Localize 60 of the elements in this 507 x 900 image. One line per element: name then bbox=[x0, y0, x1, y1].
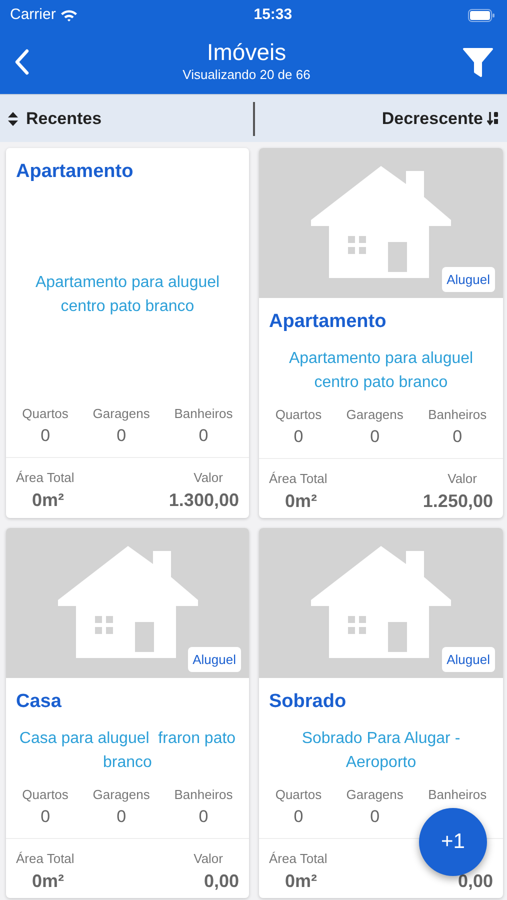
price-label: Valor bbox=[192, 468, 224, 486]
stat-label: Banheiros bbox=[174, 786, 233, 804]
sort-order-button[interactable]: Decrescente bbox=[382, 106, 483, 132]
area-label: Área Total bbox=[269, 850, 328, 868]
area-label: Área Total bbox=[269, 470, 328, 488]
stat-value: 0 bbox=[40, 425, 52, 447]
price-value: 0,00 bbox=[202, 870, 239, 893]
stat-value: 0 bbox=[198, 425, 210, 447]
back-icon[interactable] bbox=[14, 49, 30, 75]
area-value: 0m² bbox=[284, 490, 318, 513]
area-label: Área Total bbox=[16, 468, 74, 486]
sort-order-icon bbox=[487, 111, 499, 126]
stat-label: Garagens bbox=[346, 786, 404, 804]
battery-icon bbox=[468, 8, 495, 22]
stat-value: 0 bbox=[292, 426, 304, 448]
wifi-icon bbox=[60, 8, 78, 22]
page-title: Imóveis bbox=[206, 40, 288, 65]
stat-value: 0 bbox=[198, 806, 210, 828]
property-description: Apartamento para aluguel centro pato branco bbox=[34, 273, 221, 317]
area-label: Área Total bbox=[16, 850, 74, 868]
stat-label: Banheiros bbox=[174, 404, 233, 422]
stat-value: 0 bbox=[452, 426, 464, 448]
property-type: Apartamento bbox=[15, 160, 134, 184]
results-count: Visualizando 20 de 66 bbox=[182, 66, 310, 84]
price-value: 1.250,00 bbox=[422, 490, 493, 513]
stat-label: Garagens bbox=[92, 404, 150, 423]
area-value: 0m² bbox=[31, 489, 66, 512]
stat-value: 0 bbox=[40, 806, 52, 828]
sort-icon bbox=[8, 112, 18, 126]
stat-label: Garagens bbox=[346, 406, 404, 424]
price-label: Valor bbox=[194, 850, 224, 868]
carrier-label: Carrier bbox=[10, 4, 56, 25]
filter-icon[interactable] bbox=[462, 46, 493, 78]
property-type: Casa bbox=[15, 690, 62, 714]
listing-type-tag: Aluguel bbox=[442, 646, 495, 672]
area-value: 0m² bbox=[284, 870, 318, 893]
stat-label: Banheiros bbox=[428, 786, 487, 804]
listing-type-tag: Aluguel bbox=[442, 266, 495, 292]
stat-value: 0 bbox=[116, 806, 128, 828]
stat-label: Quartos bbox=[275, 786, 322, 804]
stat-value: 0 bbox=[369, 806, 381, 828]
stat-value: 0 bbox=[292, 806, 304, 828]
stat-label: Garagens bbox=[92, 786, 150, 804]
clock: 15:33 bbox=[254, 4, 292, 25]
area-value: 0m² bbox=[31, 870, 66, 893]
sort-by-button[interactable]: Recentes bbox=[26, 106, 102, 132]
property-description: Casa para aluguel fraron pato branco bbox=[18, 728, 237, 772]
property-description: Sobrado Para Alugar - Aeroporto bbox=[300, 728, 462, 772]
price-value: 1.300,00 bbox=[168, 489, 239, 512]
price-label: Valor bbox=[446, 470, 478, 488]
property-description: Apartamento para aluguel centro pato branco bbox=[288, 348, 474, 392]
stat-value: 0 bbox=[369, 426, 381, 448]
listing-type-tag: Aluguel bbox=[188, 646, 241, 672]
stat-label: Quartos bbox=[22, 404, 68, 422]
property-type: Apartamento bbox=[268, 310, 388, 334]
property-type: Sobrado bbox=[268, 690, 348, 714]
stat-label: Quartos bbox=[275, 406, 322, 424]
stat-label: Quartos bbox=[22, 786, 68, 804]
stat-value: 0 bbox=[116, 425, 128, 447]
stat-label: Banheiros bbox=[428, 406, 487, 424]
